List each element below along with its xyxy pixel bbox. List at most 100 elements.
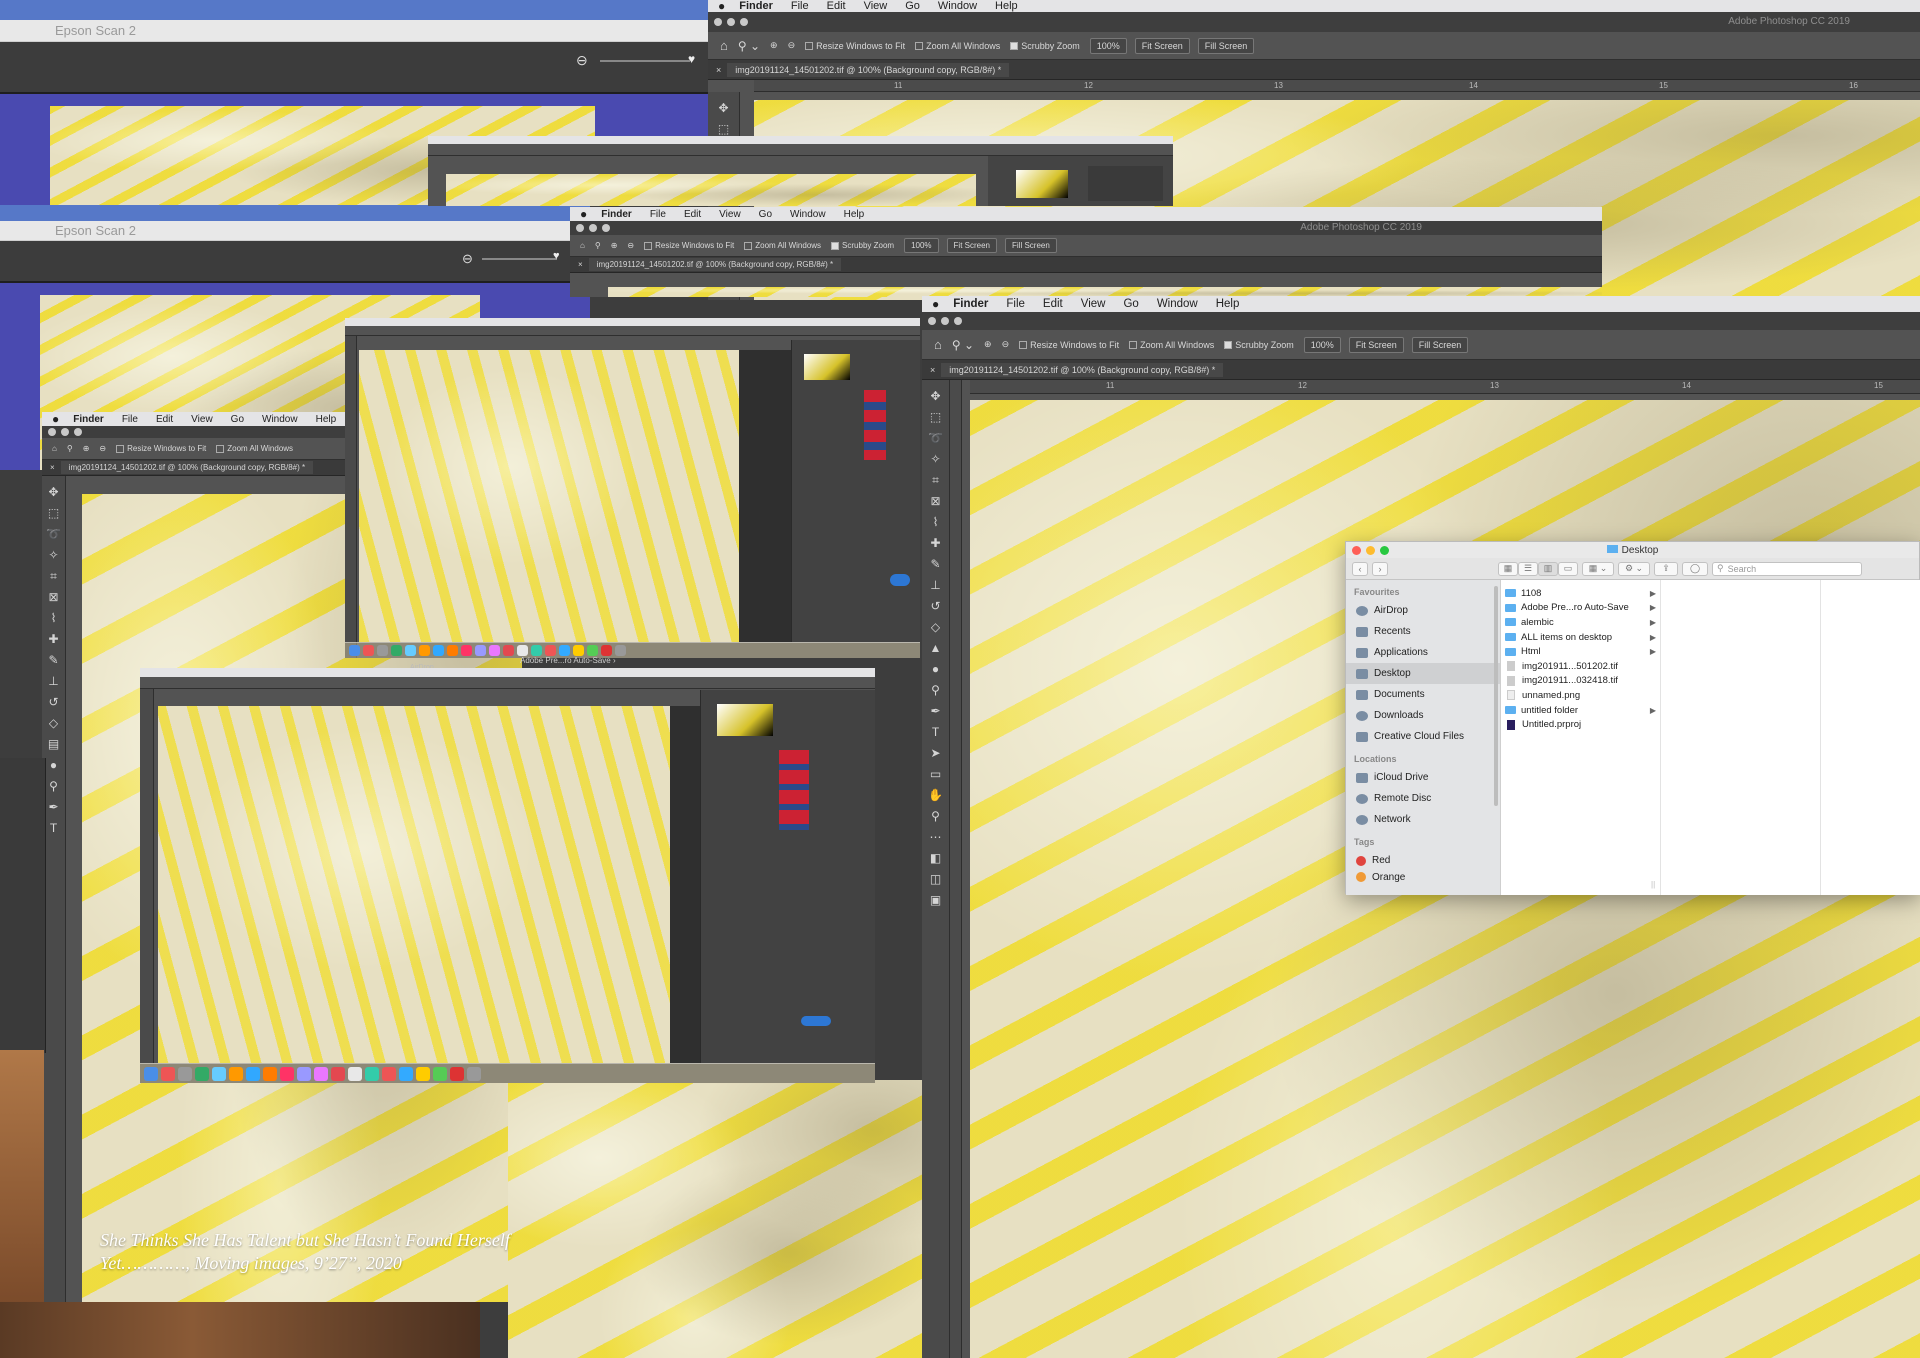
menu-file[interactable]: File <box>791 0 809 12</box>
zoom-tool-icon[interactable]: ⚲ <box>595 241 601 250</box>
close-button[interactable] <box>48 428 56 436</box>
pen-tool-icon[interactable]: ✒ <box>927 701 945 722</box>
sidebar-item-desktop[interactable]: Desktop <box>1346 663 1500 684</box>
paint-bucket-icon[interactable]: ▲ <box>927 638 945 659</box>
apple-icon[interactable]: ● <box>580 207 587 221</box>
healing-brush-icon[interactable]: ✚ <box>45 629 63 650</box>
fit-screen-button[interactable]: Fit Screen <box>1134 37 1190 54</box>
list-item[interactable]: ALL items on desktop ▶ <box>1501 630 1660 645</box>
share-icon[interactable]: ⇪ <box>1654 561 1678 576</box>
eraser-icon[interactable]: ◇ <box>45 713 63 734</box>
list-item[interactable]: 1108 ▶ <box>1501 586 1660 601</box>
forward-button[interactable]: › <box>1372 561 1388 576</box>
doc-tab[interactable]: img20191124_14501202.tif @ 100% (Backgro… <box>727 62 1010 77</box>
sidebar-item-downloads[interactable]: Downloads <box>1346 705 1500 726</box>
sidebar-item-icloud[interactable]: iCloud Drive <box>1346 767 1500 788</box>
close-tab-icon[interactable]: × <box>716 65 721 75</box>
home-icon[interactable]: ⌂ <box>52 444 57 453</box>
healing-brush-icon[interactable]: ✚ <box>927 533 945 554</box>
eraser-icon[interactable]: ◇ <box>927 617 945 638</box>
move-tool-icon[interactable]: ✥ <box>45 482 63 503</box>
doc-tab[interactable]: img20191124_14501202.tif @ 100% (Backgro… <box>941 362 1224 377</box>
brush-tool-icon[interactable]: ✎ <box>45 650 63 671</box>
menu-finder[interactable]: Finder <box>739 0 773 12</box>
stamp-tool-icon[interactable]: ⊥ <box>927 575 945 596</box>
move-tool-icon[interactable]: ✥ <box>927 386 945 407</box>
screen-mode-icon[interactable]: ▣ <box>927 890 945 911</box>
minimize-button[interactable] <box>727 18 735 26</box>
eyedropper-icon[interactable]: ⌇ <box>45 608 63 629</box>
menu-help[interactable]: Help <box>1216 298 1240 310</box>
list-item[interactable]: alembic ▶ <box>1501 615 1660 630</box>
zoom-slider-handle[interactable]: ♥ <box>688 52 695 66</box>
fill-screen-button[interactable]: Fill Screen <box>1197 37 1255 54</box>
zoom-slider[interactable] <box>482 258 557 260</box>
rectangle-tool-icon[interactable]: ▭ <box>927 764 945 785</box>
blur-tool-icon[interactable]: ● <box>45 755 63 776</box>
list-item[interactable]: Untitled.prproj <box>1501 717 1660 732</box>
sidebar-item-documents[interactable]: Documents <box>1346 684 1500 705</box>
zoom-out-icon[interactable]: ⊖ <box>576 52 588 69</box>
lasso-tool-icon[interactable]: ➰ <box>927 428 945 449</box>
menu-go[interactable]: Go <box>905 0 920 12</box>
close-tab-icon[interactable]: × <box>930 365 935 375</box>
hand-tool-icon[interactable]: ✋ <box>927 785 945 806</box>
sidebar-item-recents[interactable]: Recents <box>1346 621 1500 642</box>
zoom-in-icon[interactable]: ⊕ <box>770 40 778 51</box>
zoom-out-icon[interactable]: ⊖ <box>788 40 796 51</box>
list-item[interactable]: img201911...501202.tif <box>1501 659 1660 674</box>
home-icon[interactable]: ⌂ <box>934 337 942 352</box>
menu-window[interactable]: Window <box>1157 298 1198 310</box>
pen-tool-icon[interactable]: ✒ <box>45 797 63 818</box>
color-swatch-icon[interactable]: ◧ <box>927 848 945 869</box>
magic-wand-icon[interactable]: ✧ <box>45 545 63 566</box>
zoom-tool-icon[interactable]: ⚲ <box>67 444 73 453</box>
gradient-tool-icon[interactable]: ▤ <box>45 734 63 755</box>
sidebar-item-network[interactable]: Network <box>1346 809 1500 830</box>
sidebar-scrollbar[interactable] <box>1494 586 1498 806</box>
zoom-slider[interactable] <box>600 60 690 62</box>
menu-help[interactable]: Help <box>995 0 1018 12</box>
resize-windows-option[interactable]: Resize Windows to Fit <box>805 41 905 51</box>
path-select-icon[interactable]: ➤ <box>927 743 945 764</box>
zoom-button[interactable] <box>954 317 962 325</box>
icon-view-icon[interactable]: ▦ <box>1498 561 1518 576</box>
column-view-icon[interactable]: ▥ <box>1538 561 1558 576</box>
blur-tool-icon[interactable]: ● <box>927 659 945 680</box>
type-tool-icon[interactable]: T <box>45 818 63 839</box>
close-button[interactable] <box>576 224 584 232</box>
close-button[interactable] <box>928 317 936 325</box>
menu-go[interactable]: Go <box>1123 298 1138 310</box>
fill-screen-button[interactable]: Fill Screen <box>1411 336 1469 353</box>
list-item[interactable]: untitled folder ▶ <box>1501 703 1660 718</box>
lasso-tool-icon[interactable]: ➰ <box>45 524 63 545</box>
list-item[interactable]: img201911...032418.tif <box>1501 674 1660 689</box>
history-brush-icon[interactable]: ↺ <box>45 692 63 713</box>
zoom-button[interactable] <box>74 428 82 436</box>
zoom-out-icon[interactable]: ⊖ <box>1002 339 1010 350</box>
close-tab-icon[interactable]: × <box>578 260 583 269</box>
list-item[interactable]: Adobe Pre...ro Auto-Save ▶ <box>1501 601 1660 616</box>
close-tab-icon[interactable]: × <box>50 463 55 472</box>
zoom-all-option[interactable]: Zoom All Windows <box>915 41 1000 51</box>
sidebar-tag-red[interactable]: Red <box>1346 850 1500 871</box>
minimize-button[interactable] <box>941 317 949 325</box>
history-brush-icon[interactable]: ↺ <box>927 596 945 617</box>
minimize-button[interactable] <box>589 224 597 232</box>
close-button[interactable] <box>714 18 722 26</box>
zoom-value-field[interactable]: 100% <box>1303 336 1341 353</box>
zoom-tool-icon[interactable]: ⚲ ⌄ <box>952 338 974 352</box>
magic-wand-icon[interactable]: ✧ <box>927 449 945 470</box>
menu-view[interactable]: View <box>1081 298 1106 310</box>
zoom-slider-handle[interactable]: ♥ <box>553 250 560 262</box>
fit-screen-button[interactable]: Fit Screen <box>1348 336 1404 353</box>
list-view-icon[interactable]: ☰ <box>1518 561 1538 576</box>
sidebar-item-airdrop[interactable]: AirDrop <box>1346 600 1500 621</box>
group-by-icon[interactable]: ▦ ⌄ <box>1582 561 1614 576</box>
crop-tool-icon[interactable]: ⌗ <box>927 470 945 491</box>
crop-tool-icon[interactable]: ⌗ <box>45 566 63 587</box>
zoom-in-icon[interactable]: ⊕ <box>984 339 992 350</box>
apple-icon[interactable]: ● <box>52 412 59 426</box>
doc-tab[interactable]: img20191124_14501202.tif @ 100% (Backgro… <box>60 461 314 474</box>
menu-edit[interactable]: Edit <box>1043 298 1063 310</box>
